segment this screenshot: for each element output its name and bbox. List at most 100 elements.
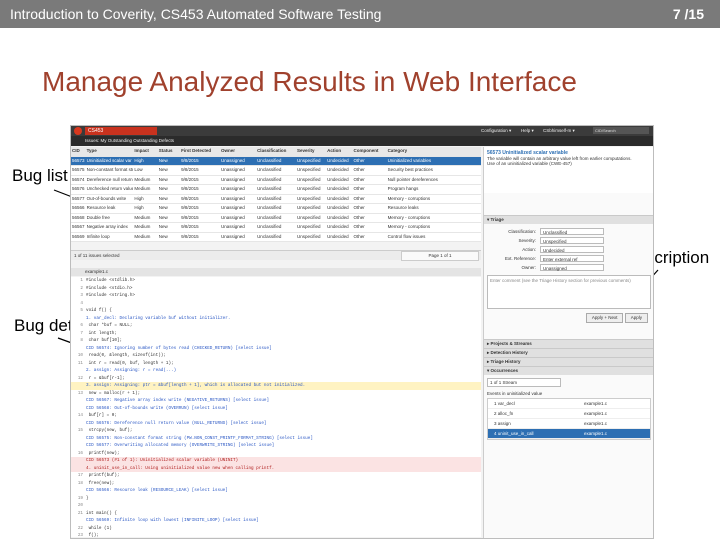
- detail-section[interactable]: ▾ Occurrences: [484, 366, 653, 375]
- issue-cell: Medium: [134, 214, 151, 220]
- code-event[interactable]: 2. assign: Assigning: r = read(...): [71, 367, 481, 375]
- view-selector[interactable]: Issues: My Outstanding Outstanding Defec…: [71, 138, 174, 143]
- column-header[interactable]: CID: [71, 147, 86, 156]
- triage-field-select[interactable]: Unclassified: [540, 228, 604, 235]
- issue-cell: Unassigned: [221, 186, 245, 191]
- issue-cell: Unassigned: [221, 205, 245, 210]
- column-header[interactable]: Component: [352, 147, 386, 156]
- issue-cell: Memory - corruptions: [387, 224, 431, 229]
- issue-cell: 56566: [72, 205, 85, 210]
- code-event[interactable]: CID 56576: Dereference null return value…: [71, 420, 481, 428]
- issue-cell: 56577: [72, 195, 85, 201]
- code-event[interactable]: CID 56567: Negative array index write (N…: [71, 397, 481, 405]
- code-event[interactable]: CID 56577: Overwriting allocated memory …: [71, 442, 481, 450]
- code-line: 13 new = malloc(r + 1);: [71, 390, 481, 398]
- project-selector[interactable]: CS453: [85, 127, 157, 135]
- issue-row[interactable]: 56574 Dereference null return Medium New 9/8…: [71, 175, 481, 185]
- issue-cell: Unclassified: [257, 214, 282, 220]
- column-header[interactable]: Severity: [296, 147, 326, 156]
- line-number: 23: [77, 533, 83, 537]
- detail-section[interactable]: ▸ Triage History: [484, 357, 653, 366]
- event-item[interactable]: 1 var_decl example1.c: [488, 399, 650, 409]
- issue-description-line: Use of an uninitialized variable (CWE-45…: [487, 161, 572, 166]
- issue-cell: 56568: [72, 214, 85, 220]
- issue-row[interactable]: 56568 Double free Medium New 9/8/2015 Unassig…: [71, 213, 481, 223]
- issue-row[interactable]: 56576 Unchecked return value Medium New 9/8/…: [71, 185, 481, 195]
- column-header[interactable]: Status: [158, 147, 180, 156]
- triage-field-select[interactable]: Undecided: [540, 246, 604, 253]
- comment-field[interactable]: Enter comment (see the Triage History se…: [487, 275, 651, 309]
- issue-cell: Negative array index: [86, 224, 128, 229]
- code-line: 15 strcpy(new, buf);: [71, 427, 481, 435]
- line-number: 18: [77, 480, 83, 486]
- event-item[interactable]: 2 alloc_fn example1.c: [488, 409, 650, 419]
- code-text: 2. assign: Assigning: r = read(...): [86, 368, 177, 373]
- issue-cell: 9/8/2015: [181, 205, 199, 210]
- issue-row[interactable]: 56577 Out-of-bounds write High New 9/8/2015 U…: [71, 194, 481, 204]
- column-header[interactable]: First Detected: [180, 147, 220, 156]
- triage-field-select[interactable]: Unassigned: [540, 264, 604, 271]
- menu-user[interactable]: CSbhimself-m ▾: [543, 128, 575, 134]
- triage-section[interactable]: ▾ Triage: [484, 215, 653, 224]
- issue-cell: New: [158, 167, 168, 172]
- issue-row[interactable]: 56566 Resource leak High New 9/8/2015 Unassig…: [71, 204, 481, 214]
- code-event[interactable]: CID 56569: Infinite loop with lowest (IN…: [71, 517, 481, 525]
- code-event[interactable]: 1. var_decl: Declaring variable buf with…: [71, 315, 481, 323]
- column-header[interactable]: Category: [387, 147, 481, 156]
- column-header[interactable]: Type: [86, 147, 134, 156]
- line-number: 12: [77, 375, 83, 381]
- code-event[interactable]: 4. uninit_use_in_call: Using uninitializ…: [71, 464, 481, 472]
- code-event[interactable]: CID 56566: Resource leak (RESOURCE_LEAK)…: [71, 487, 481, 495]
- stream-select[interactable]: 1 of 1 Stream: [487, 378, 561, 387]
- triage-field-select[interactable]: Unspecified: [540, 237, 604, 244]
- issue-cell: High: [134, 195, 144, 201]
- triage-field-label: Action:: [522, 247, 536, 252]
- issue-cell: 9/8/2015: [181, 233, 199, 239]
- code-event[interactable]: CID 56575: Non-constant format string (P…: [71, 435, 481, 443]
- event-label: 4 uninit_use_in_call: [494, 431, 534, 436]
- line-number: 21: [77, 510, 83, 516]
- menu-help[interactable]: Help ▾: [521, 128, 534, 134]
- code-event[interactable]: 3. assign: Assigning: ptr = &buf[length …: [71, 382, 481, 390]
- apply-button[interactable]: Apply: [624, 313, 648, 323]
- code-event[interactable]: CID 56568: Out-of-bounds write (OVERRUN)…: [71, 405, 481, 413]
- file-tab[interactable]: example1.c: [85, 269, 108, 274]
- issue-cell: New: [158, 186, 168, 191]
- column-header[interactable]: Action: [326, 147, 352, 156]
- issue-cell: New: [158, 195, 168, 201]
- code-text: CID 56568: Out-of-bounds write (OVERRUN)…: [86, 405, 228, 411]
- code-line: 16 printf(new);: [71, 450, 481, 458]
- issue-row[interactable]: 56573 Uninitialized scalar var High New 9/8/…: [71, 156, 481, 166]
- cid-search-input[interactable]: CID/Search: [593, 127, 649, 134]
- line-number: 19: [77, 495, 83, 501]
- triage-field-select[interactable]: Enter external ref: [540, 255, 604, 262]
- code-event[interactable]: CID 56573 (#1 of 1): Uninitialized scala…: [71, 457, 481, 465]
- code-text: #include <stdio.h>: [86, 285, 133, 291]
- source-toolbar: example1.c: [71, 268, 481, 276]
- detail-sections: ▸ Projects & Streams ▸ Detection History ▸…: [484, 339, 653, 375]
- issue-cell: Program hangs: [387, 186, 419, 191]
- issue-row[interactable]: 56569 Infinite loop Medium New 9/8/2015 Unass…: [71, 232, 481, 242]
- detail-section[interactable]: ▸ Projects & Streams: [484, 339, 653, 348]
- triage-field: Action: Undecided: [484, 245, 653, 254]
- pager[interactable]: Page 1 of 1: [401, 251, 479, 261]
- column-header[interactable]: Impact: [133, 147, 157, 156]
- triage-field-label: Severity:: [518, 238, 536, 243]
- column-header[interactable]: Owner: [220, 147, 256, 156]
- issue-cell: Unspecified: [296, 167, 321, 172]
- issue-cell: 9/8/2015: [181, 186, 199, 191]
- event-item[interactable]: 4 uninit_use_in_call example1.c: [488, 429, 650, 439]
- issue-row[interactable]: 56567 Negative array index Medium New 9/8/20…: [71, 223, 481, 233]
- code-event[interactable]: CID 56574: Ignoring number of bytes read…: [71, 345, 481, 353]
- issue-cell: Undecided: [327, 157, 349, 163]
- code-text: int r = read(0, buf, length + 1);: [86, 360, 174, 366]
- issue-row[interactable]: 56575 Non-constant format str Low New 9/8/20…: [71, 166, 481, 176]
- event-item[interactable]: 3 assign example1.c: [488, 419, 650, 429]
- code-text: #include <stdlib.h>: [86, 278, 135, 283]
- detail-section[interactable]: ▸ Detection History: [484, 348, 653, 357]
- code-text: 4. uninit_use_in_call: Using uninitializ…: [86, 465, 275, 471]
- column-header[interactable]: Classification: [256, 147, 296, 156]
- menu-configuration[interactable]: Configuration ▾: [481, 128, 511, 134]
- line-number: 17: [77, 473, 83, 478]
- apply-next-button[interactable]: Apply + Next: [585, 313, 624, 323]
